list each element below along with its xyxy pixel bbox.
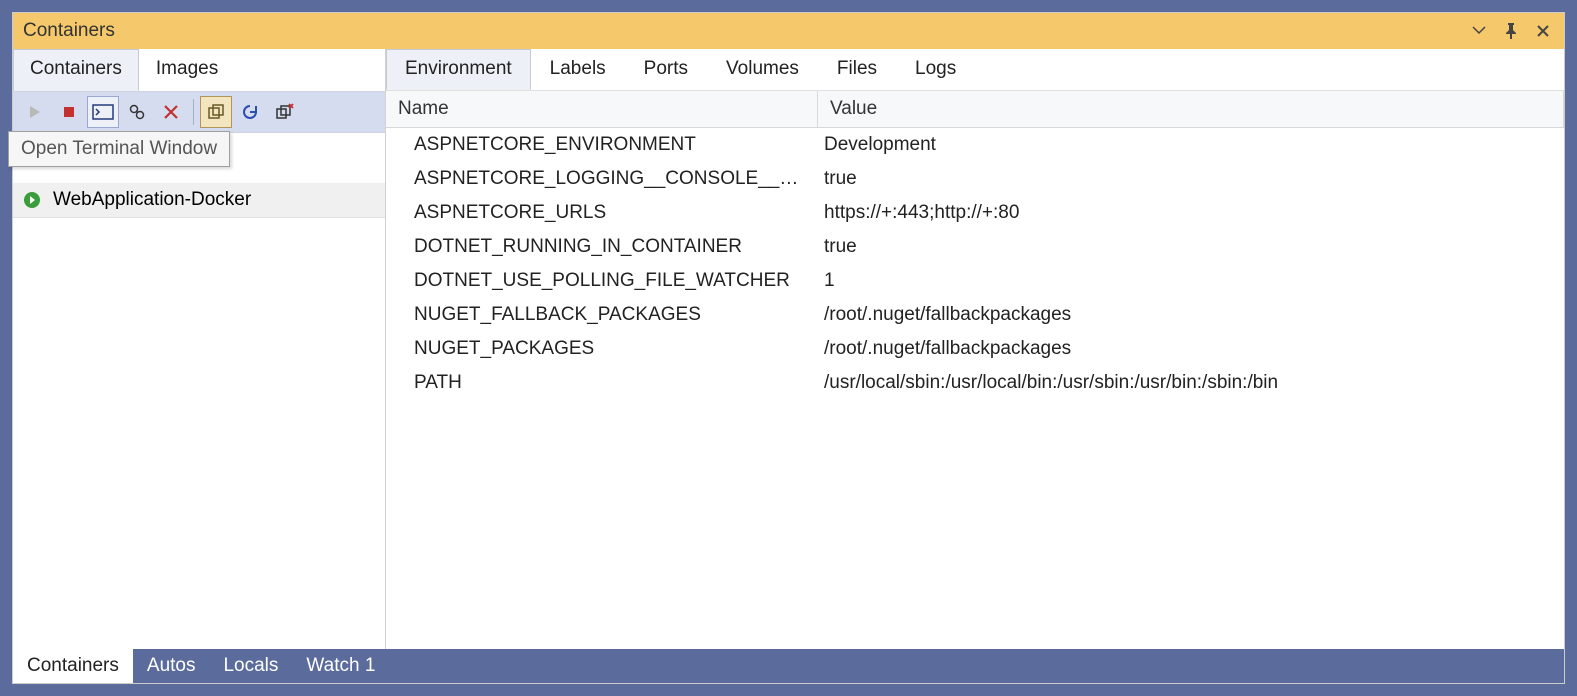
tab-ports[interactable]: Ports <box>625 49 707 90</box>
window-position-icon[interactable] <box>1468 20 1490 42</box>
env-var-value: /root/.nuget/fallbackpackages <box>818 302 1564 328</box>
env-var-name: PATH <box>386 370 818 396</box>
tab-images[interactable]: Images <box>139 49 235 91</box>
table-row[interactable]: ASPNETCORE_LOGGING__CONSOLE__DISA...true <box>386 162 1564 196</box>
bottom-tab-autos[interactable]: Autos <box>133 649 210 683</box>
tab-files[interactable]: Files <box>818 49 896 90</box>
stop-button[interactable] <box>53 96 85 128</box>
container-name: WebApplication-Docker <box>53 189 251 211</box>
env-var-value: /root/.nuget/fallbackpackages <box>818 336 1564 362</box>
container-item[interactable]: WebApplication-Docker <box>13 183 385 218</box>
terminal-button[interactable] <box>87 96 119 128</box>
env-var-value: 1 <box>818 268 1564 294</box>
table-row[interactable]: DOTNET_RUNNING_IN_CONTAINERtrue <box>386 230 1564 264</box>
remove-button[interactable] <box>155 96 187 128</box>
table-row[interactable]: NUGET_FALLBACK_PACKAGES/root/.nuget/fall… <box>386 298 1564 332</box>
env-var-name: ASPNETCORE_URLS <box>386 200 818 226</box>
attach-debugger-button[interactable] <box>121 96 153 128</box>
bottom-tab-containers[interactable]: Containers <box>13 649 133 683</box>
env-var-name: ASPNETCORE_ENVIRONMENT <box>386 132 818 158</box>
containers-panel: Containers Containers Images <box>12 12 1565 684</box>
solution-containers-button[interactable] <box>200 96 232 128</box>
prune-button[interactable] <box>268 96 300 128</box>
env-var-name: DOTNET_RUNNING_IN_CONTAINER <box>386 234 818 260</box>
table-row[interactable]: PATH/usr/local/sbin:/usr/local/bin:/usr/… <box>386 366 1564 400</box>
toolbar-separator <box>193 99 194 125</box>
table-row[interactable]: ASPNETCORE_URLShttps://+:443;http://+:80 <box>386 196 1564 230</box>
close-icon[interactable] <box>1532 20 1554 42</box>
env-var-value: /usr/local/sbin:/usr/local/bin:/usr/sbin… <box>818 370 1564 396</box>
tab-labels[interactable]: Labels <box>531 49 625 90</box>
table-row[interactable]: ASPNETCORE_ENVIRONMENTDevelopment <box>386 128 1564 162</box>
tab-environment[interactable]: Environment <box>386 49 531 90</box>
bottom-tab-watch1[interactable]: Watch 1 <box>292 649 389 683</box>
toolbar <box>13 91 385 133</box>
column-value[interactable]: Value <box>818 91 1564 127</box>
pin-icon[interactable] <box>1500 20 1522 42</box>
table-row[interactable]: NUGET_PACKAGES/root/.nuget/fallbackpacka… <box>386 332 1564 366</box>
grid-header: Name Value <box>386 91 1564 128</box>
env-var-value: true <box>818 166 1564 192</box>
env-var-name: NUGET_PACKAGES <box>386 336 818 362</box>
environment-grid: Name Value ASPNETCORE_ENVIRONMENTDevelop… <box>386 91 1564 649</box>
env-var-name: NUGET_FALLBACK_PACKAGES <box>386 302 818 328</box>
env-var-value: https://+:443;http://+:80 <box>818 200 1564 226</box>
env-var-value: Development <box>818 132 1564 158</box>
container-list: WebApplication-Docker <box>13 133 385 649</box>
env-var-name: DOTNET_USE_POLLING_FILE_WATCHER <box>386 268 818 294</box>
tab-containers[interactable]: Containers <box>13 49 139 91</box>
tooltip: Open Terminal Window <box>8 131 230 167</box>
left-pane: Containers Images <box>13 49 386 649</box>
env-var-name: ASPNETCORE_LOGGING__CONSOLE__DISA... <box>386 166 818 192</box>
detail-tabs: Environment Labels Ports Volumes Files L… <box>386 49 1564 91</box>
column-name[interactable]: Name <box>386 91 818 127</box>
start-button[interactable] <box>19 96 51 128</box>
tab-logs[interactable]: Logs <box>896 49 975 90</box>
env-var-value: true <box>818 234 1564 260</box>
panel-title: Containers <box>23 20 1458 42</box>
bottom-tab-locals[interactable]: Locals <box>209 649 292 683</box>
left-tabs: Containers Images <box>13 49 385 91</box>
refresh-button[interactable] <box>234 96 266 128</box>
running-status-icon <box>23 191 41 209</box>
bottom-tabs: Containers Autos Locals Watch 1 <box>13 649 1564 683</box>
right-pane: Environment Labels Ports Volumes Files L… <box>386 49 1564 649</box>
title-bar: Containers <box>13 13 1564 49</box>
table-row[interactable]: DOTNET_USE_POLLING_FILE_WATCHER1 <box>386 264 1564 298</box>
tab-volumes[interactable]: Volumes <box>707 49 818 90</box>
